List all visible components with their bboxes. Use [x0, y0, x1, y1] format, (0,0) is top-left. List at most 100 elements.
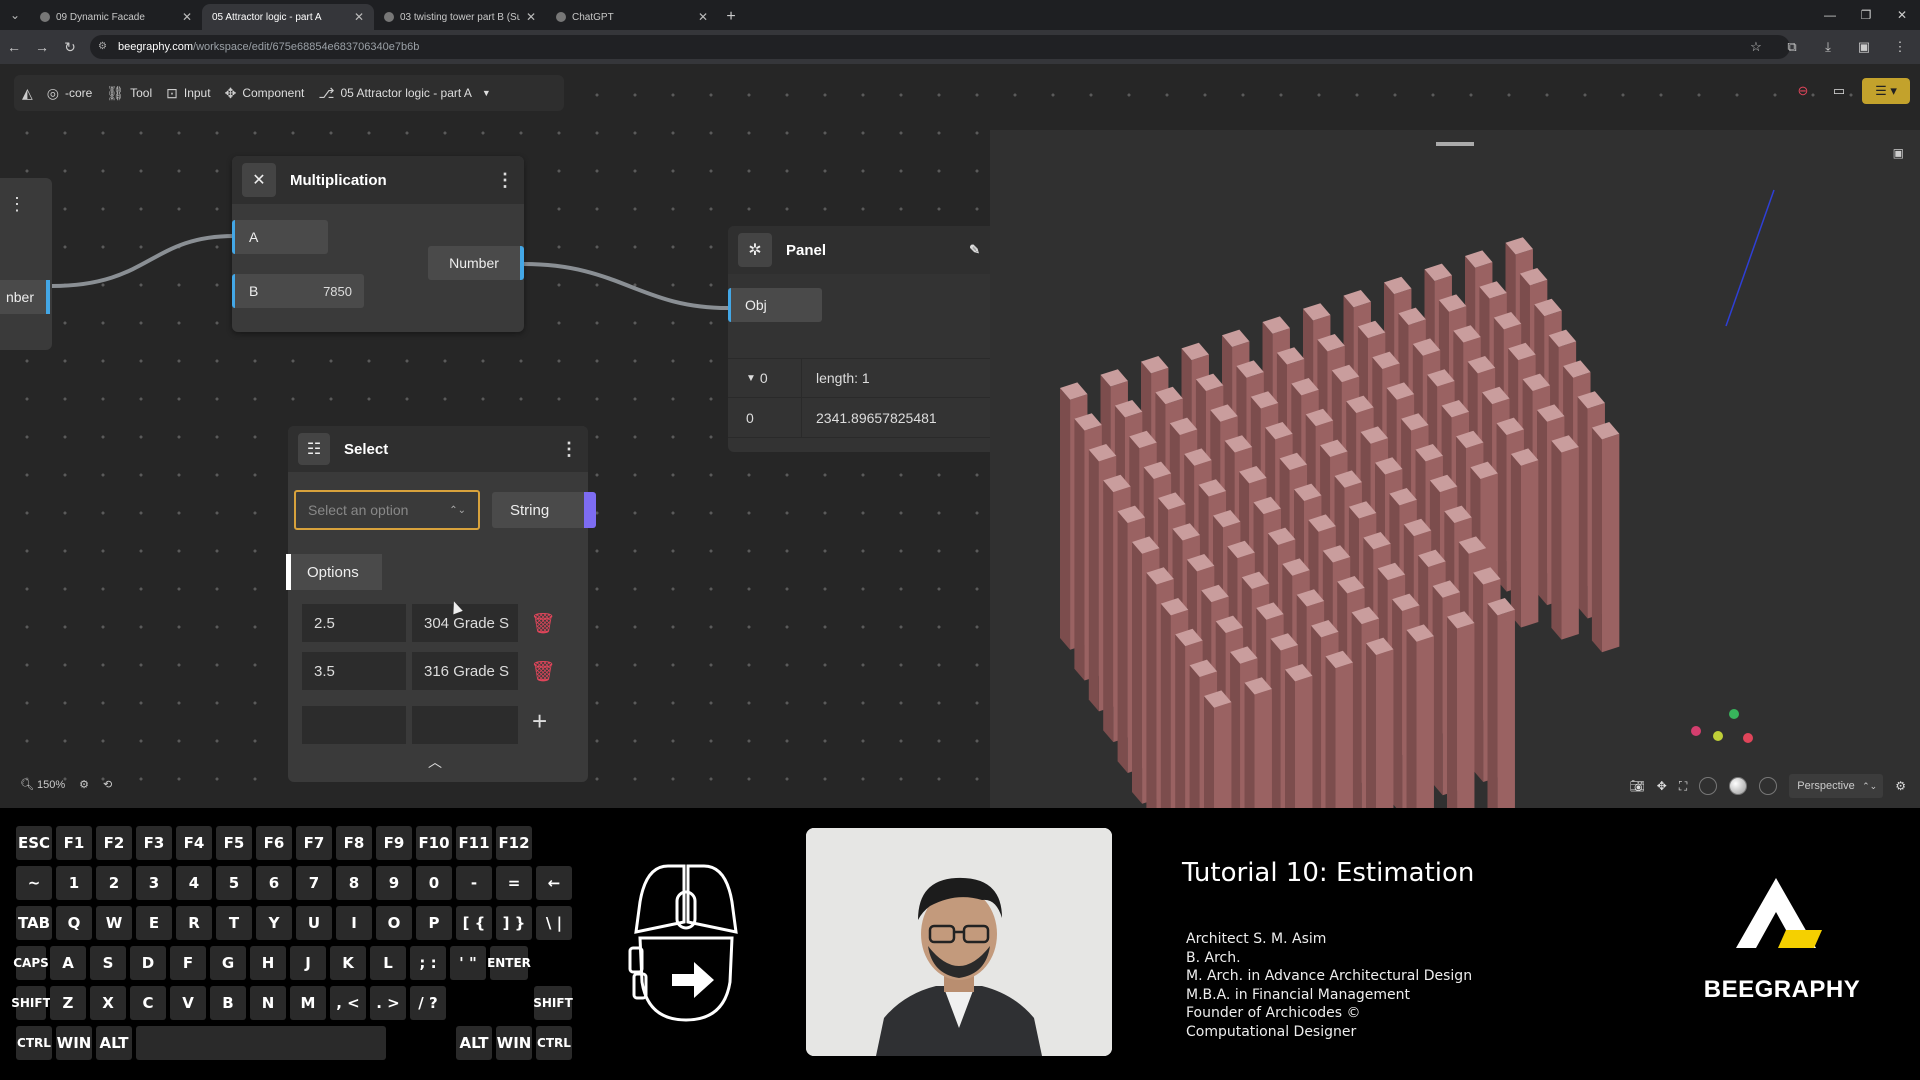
option-label-input[interactable]: 316 Grade S: [412, 652, 518, 690]
canvas-settings-icon[interactable]: ⚙: [79, 778, 89, 791]
shading-ghost-icon[interactable]: [1759, 777, 1778, 795]
output-port-number[interactable]: Number: [428, 246, 524, 280]
tab-attractor-logic[interactable]: 05 Attractor logic - part A ✕: [202, 4, 374, 30]
edit-icon[interactable]: ✎: [969, 242, 980, 258]
keyboard-key: J: [290, 946, 326, 980]
option-label-input[interactable]: 304 Grade S: [412, 604, 518, 642]
keyboard-key: F9: [376, 826, 412, 860]
input-port-obj[interactable]: Obj: [728, 288, 822, 322]
profile-icon[interactable]: ▣: [1852, 34, 1876, 60]
close-icon[interactable]: ✕: [242, 163, 276, 197]
column-geometry: [1204, 690, 1232, 808]
keyboard-key: ENTER: [487, 946, 531, 980]
keyboard-overlay: ESC F1 F2 F3 F4 F5 F6 F7 F8 F9 F10 F11 F12 ~1 2 3 4 5 6 7 8 9…: [11, 826, 576, 1062]
site-info-icon[interactable]: ⚙: [98, 41, 110, 53]
url-input[interactable]: ⚙ beegraphy.com/workspace/edit/675e68854…: [90, 35, 1790, 59]
node-menu-icon[interactable]: ⋮: [560, 439, 578, 460]
canvas-fit-icon[interactable]: ⟲: [103, 778, 112, 791]
input-port-b[interactable]: B 7850: [232, 274, 364, 308]
credit-line: M.B.A. in Financial Management: [1186, 986, 1411, 1003]
panel-branch-row[interactable]: ▼ 0 length: 1: [728, 358, 990, 398]
output-port-string[interactable]: String: [492, 492, 596, 528]
node-menu-icon[interactable]: ⋮: [496, 170, 514, 191]
keyboard-key: [ {: [456, 906, 492, 940]
camera-icon[interactable]: 📷︎: [1630, 779, 1645, 793]
tab-dynamic-facade[interactable]: 09 Dynamic Facade ✕: [30, 4, 202, 30]
node-header[interactable]: ☷ Select ⋮: [288, 426, 588, 472]
tab-close-icon[interactable]: ✕: [698, 10, 708, 24]
fullscreen-icon[interactable]: ⛶: [1679, 779, 1687, 794]
tab-close-icon[interactable]: ✕: [526, 10, 536, 24]
node-canvas[interactable]: ◭ ◎ -core ⛓ Tool ⊡ Input ✥ Component ⎇ 05 Att…: [0, 64, 1920, 808]
options-section-label: Options: [286, 554, 382, 590]
settings-toggle-icon[interactable]: ☰ ▾: [1862, 78, 1910, 104]
node-header[interactable]: ✕ Multiplication ⋮: [232, 156, 524, 204]
credit-line: Computational Designer: [1186, 1023, 1357, 1040]
keyboard-key: H: [250, 946, 286, 980]
browser-menu-icon[interactable]: ⋮: [1888, 34, 1912, 60]
download-icon[interactable]: ⤓: [1816, 34, 1840, 60]
browser-tabbar: ⌄ 09 Dynamic Facade ✕ 05 Attractor logic…: [0, 0, 1920, 30]
column-geometry: [1244, 677, 1272, 808]
keyboard-key: V: [170, 986, 206, 1020]
restore-icon[interactable]: ❐: [1848, 0, 1884, 30]
zoom-level: 150%: [37, 779, 66, 791]
projection-label: Perspective: [1797, 780, 1855, 792]
keyboard-key: I: [336, 906, 372, 940]
projection-select[interactable]: Perspective ⌃⌄: [1789, 774, 1884, 798]
row-value: 2341.89657825481: [816, 409, 937, 426]
add-option-icon[interactable]: +: [532, 706, 547, 737]
shading-solid-icon[interactable]: [1729, 777, 1748, 795]
tab-close-icon[interactable]: ✕: [354, 10, 364, 24]
keyboard-key: 0: [416, 866, 452, 900]
collapse-chevron-icon[interactable]: ︿: [428, 752, 442, 772]
3d-scene: [1060, 189, 1775, 808]
bookmark-star-icon[interactable]: ☆: [1744, 34, 1768, 60]
minimize-icon[interactable]: —: [1812, 0, 1848, 30]
forward-icon[interactable]: →: [28, 33, 56, 61]
extensions-icon[interactable]: ⧉: [1780, 34, 1804, 60]
port-value: 7850: [323, 283, 352, 299]
back-icon[interactable]: ←: [0, 33, 28, 61]
shading-wire-icon[interactable]: [1699, 777, 1718, 795]
option-value-input[interactable]: 3.5: [302, 652, 406, 690]
branch-index[interactable]: ▼ 0: [728, 359, 802, 397]
keyboard-key: SHIFT: [11, 986, 51, 1020]
node-menu-icon[interactable]: ⋮: [8, 194, 26, 215]
reload-icon[interactable]: ↻: [56, 33, 84, 61]
panel-node[interactable]: ✲ Panel ✎ Obj ▼ 0 length: 1 0 2341.896578…: [728, 226, 990, 452]
input-port-a[interactable]: A: [232, 220, 328, 254]
wire-number-to-a: [51, 234, 235, 288]
zoom-indicator[interactable]: 🔍︎ 150%: [20, 778, 65, 791]
close-window-icon[interactable]: ✕: [1884, 0, 1920, 30]
number-node-partial[interactable]: ⋮ nber: [0, 178, 52, 350]
tab-close-icon[interactable]: ✕: [182, 10, 192, 24]
tab-search-icon[interactable]: ⌄: [0, 0, 30, 30]
keyboard-key: ALT: [456, 1026, 492, 1060]
orbit-icon[interactable]: ✥: [1657, 779, 1667, 793]
port-label: Obj: [745, 297, 767, 313]
keyboard-key: 5: [216, 866, 252, 900]
keyboard-key: Y: [256, 906, 292, 940]
tab-chatgpt[interactable]: ChatGPT ✕: [546, 4, 718, 30]
comment-icon[interactable]: ▭: [1826, 78, 1852, 104]
new-tab-icon[interactable]: +: [718, 4, 744, 30]
trash-icon[interactable]: 🗑: [530, 611, 555, 635]
multiplication-node[interactable]: ✕ Multiplication ⋮ A B 7850 Number: [232, 156, 524, 332]
credit-line: M. Arch. in Advance Architectural Design: [1186, 968, 1473, 984]
number-output-port[interactable]: nber: [0, 280, 50, 314]
new-option-value-input[interactable]: [302, 706, 406, 744]
keyboard-key: F7: [296, 826, 332, 860]
3d-viewport[interactable]: ▣ 📷︎ ✥ ⛶ Perspective ⌃⌄ ⚙: [990, 130, 1920, 808]
axis-gizmo-dot: [1713, 731, 1723, 741]
node-header[interactable]: ✲ Panel ✎: [728, 226, 990, 274]
presenter-image: [806, 828, 1112, 1056]
new-option-label-input[interactable]: [412, 706, 518, 744]
record-user-icon[interactable]: ⊖: [1790, 78, 1816, 104]
viewer-settings-icon[interactable]: ⚙: [1895, 779, 1906, 793]
trash-icon[interactable]: 🗑: [530, 659, 555, 683]
select-option-dropdown[interactable]: Select an option ⌃⌄: [294, 490, 480, 530]
option-value-input[interactable]: 2.5: [302, 604, 406, 642]
select-node[interactable]: ☷ Select ⋮ Select an option ⌃⌄ String Op…: [286, 426, 596, 782]
tab-twisting-tower[interactable]: 03 twisting tower part B (Surfac ✕: [374, 4, 546, 30]
